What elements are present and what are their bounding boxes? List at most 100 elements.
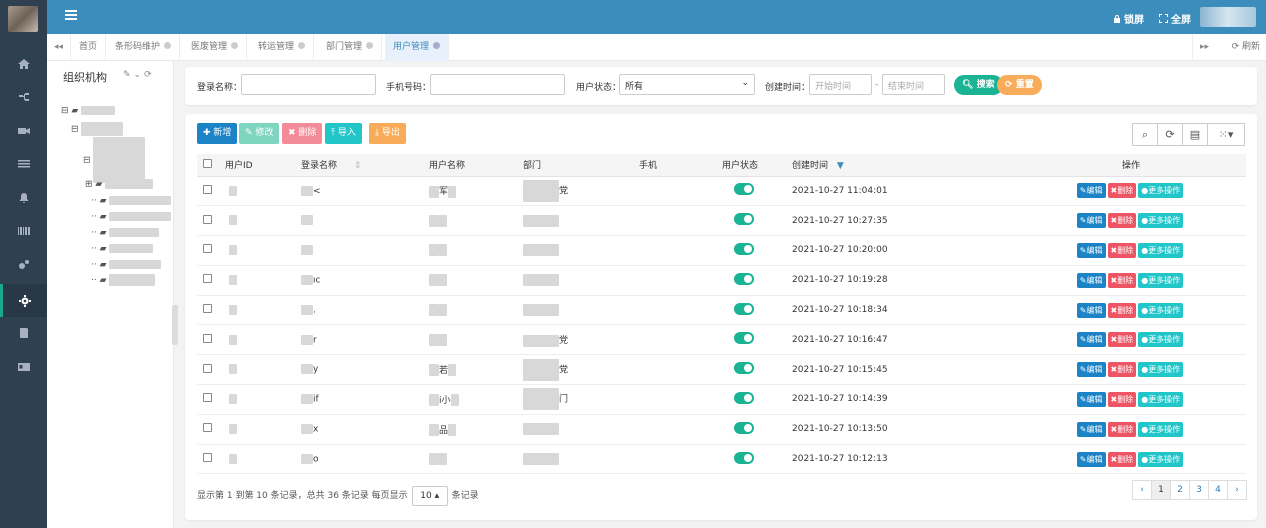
close-icon[interactable] (231, 42, 239, 49)
tree-node[interactable]: ·· ▰ (91, 212, 172, 222)
toggle-view-icon[interactable]: ▤ (1182, 123, 1208, 146)
row-delete-button[interactable]: ✖删除 (1107, 362, 1137, 378)
page-button[interactable]: 1 (1151, 480, 1171, 500)
row-checkbox[interactable] (197, 384, 219, 415)
search-toggle-icon[interactable]: ⌕ (1132, 123, 1158, 146)
row-edit-button[interactable]: ✎编辑 (1076, 302, 1106, 318)
row-more-button[interactable]: ●更多操作 (1138, 421, 1184, 437)
row-checkbox[interactable] (197, 235, 219, 266)
row-more-button[interactable]: ●更多操作 (1138, 391, 1184, 407)
id-card-icon[interactable] (0, 350, 47, 383)
start-time-input[interactable]: 开始时间 (809, 74, 872, 95)
refresh-icon[interactable]: ⟳ (144, 70, 155, 80)
chevron-down-icon[interactable]: ⌄ (134, 70, 145, 80)
row-checkbox[interactable] (197, 176, 219, 207)
tree-node[interactable]: ⊞ ▰ (85, 179, 154, 190)
tab-user-management[interactable]: 用户管理 (385, 34, 450, 61)
status-toggle[interactable] (734, 391, 754, 404)
edit-icon[interactable]: ✎ (123, 70, 134, 80)
row-more-button[interactable]: ●更多操作 (1138, 183, 1184, 199)
row-edit-button[interactable]: ✎编辑 (1076, 362, 1106, 378)
row-delete-button[interactable]: ✖删除 (1107, 213, 1137, 229)
tab-transport[interactable]: 转运管理 (250, 34, 315, 61)
col-user-name[interactable]: 用户名称 (423, 154, 517, 177)
tab-department[interactable]: 部门管理 (318, 34, 383, 61)
tree-node[interactable]: ·· ▰ (91, 228, 160, 238)
lock-screen-button[interactable]: 锁屏 (1113, 11, 1144, 26)
select-all-checkbox[interactable] (197, 154, 219, 177)
avatar[interactable] (8, 6, 38, 32)
row-delete-button[interactable]: ✖删除 (1107, 242, 1137, 258)
list-icon[interactable] (0, 147, 47, 180)
close-icon[interactable] (433, 42, 441, 49)
close-icon[interactable] (164, 42, 172, 49)
user-menu[interactable] (1200, 7, 1256, 27)
row-edit-button[interactable]: ✎编辑 (1076, 391, 1106, 407)
columns-icon[interactable]: ⁙▾ (1207, 123, 1245, 146)
status-toggle[interactable] (734, 302, 754, 315)
row-edit-button[interactable]: ✎编辑 (1076, 421, 1106, 437)
row-more-button[interactable]: ●更多操作 (1138, 242, 1184, 258)
status-toggle[interactable] (734, 332, 754, 345)
search-button[interactable]: 🔍︎ 搜索 (954, 75, 1003, 95)
bell-icon[interactable] (0, 181, 47, 214)
row-checkbox[interactable] (197, 265, 219, 296)
row-checkbox[interactable] (197, 354, 219, 386)
row-edit-button[interactable]: ✎编辑 (1076, 242, 1106, 258)
row-checkbox[interactable] (197, 324, 219, 356)
panel-collapse-handle[interactable] (172, 305, 178, 345)
row-checkbox[interactable] (197, 295, 219, 326)
status-toggle[interactable] (734, 213, 754, 226)
tab-barcode[interactable]: 条形码维护 (107, 34, 181, 61)
row-more-button[interactable]: ●更多操作 (1138, 362, 1184, 378)
tree-node[interactable]: ⊟ (83, 137, 146, 183)
col-login-name[interactable]: 登录名称 ⇕ (295, 154, 423, 177)
page-button[interactable]: 3 (1189, 480, 1209, 500)
row-checkbox[interactable] (197, 444, 219, 475)
cogs-icon[interactable] (0, 248, 47, 281)
phone-input[interactable] (430, 74, 565, 95)
import-button[interactable]: ⤒ 导入 (325, 123, 362, 144)
row-checkbox[interactable] (197, 414, 219, 445)
edit-button[interactable]: ✎ 修改 (239, 123, 280, 144)
status-toggle[interactable] (734, 451, 754, 464)
refresh-button[interactable]: ⟳ 刷新 (1232, 34, 1260, 61)
status-toggle[interactable] (734, 272, 754, 285)
page-size-select[interactable]: 10 ▴ (411, 486, 448, 506)
row-delete-button[interactable]: ✖删除 (1107, 183, 1137, 199)
row-delete-button[interactable]: ✖删除 (1107, 302, 1137, 318)
refresh-icon[interactable]: ⟳ (1157, 123, 1183, 146)
reset-button[interactable]: ⟳ 重置 (997, 75, 1042, 95)
delete-button[interactable]: ✖ 删除 (282, 123, 323, 144)
row-edit-button[interactable]: ✎编辑 (1076, 213, 1106, 229)
tree-node[interactable]: ⊟ ▰ (61, 106, 116, 116)
col-department[interactable]: 部门 (517, 154, 633, 177)
sitemap-icon[interactable] (0, 81, 47, 114)
row-more-button[interactable]: ●更多操作 (1138, 213, 1184, 229)
row-edit-button[interactable]: ✎编辑 (1076, 272, 1106, 288)
barcode-icon[interactable] (0, 214, 47, 247)
close-icon[interactable] (366, 42, 374, 49)
tree-node[interactable]: ·· ▰ (91, 274, 156, 286)
tab-scroll-left-button[interactable]: ◂◂ (47, 34, 71, 61)
row-checkbox[interactable] (197, 205, 219, 237)
book-icon[interactable] (0, 316, 47, 349)
row-delete-button[interactable]: ✖删除 (1107, 391, 1137, 407)
add-button[interactable]: ✚ 新增 (197, 123, 238, 144)
row-delete-button[interactable]: ✖删除 (1107, 272, 1137, 288)
gear-icon[interactable] (0, 284, 47, 317)
tree-node[interactable]: ·· ▰ (91, 260, 162, 270)
row-delete-button[interactable]: ✖删除 (1107, 332, 1137, 348)
fullscreen-button[interactable]: 全屏 (1159, 11, 1191, 26)
tab-medical-waste[interactable]: 医废管理 (183, 34, 248, 61)
close-icon[interactable] (298, 42, 306, 49)
row-edit-button[interactable]: ✎编辑 (1076, 332, 1106, 348)
end-time-input[interactable]: 结束时间 (882, 74, 945, 95)
row-edit-button[interactable]: ✎编辑 (1076, 183, 1106, 199)
row-more-button[interactable]: ●更多操作 (1138, 302, 1184, 318)
page-button[interactable]: ‹ (1132, 480, 1152, 500)
export-button[interactable]: ⤓ 导出 (369, 123, 406, 144)
status-toggle[interactable] (734, 362, 754, 375)
row-more-button[interactable]: ●更多操作 (1138, 332, 1184, 348)
status-toggle[interactable] (734, 242, 754, 255)
